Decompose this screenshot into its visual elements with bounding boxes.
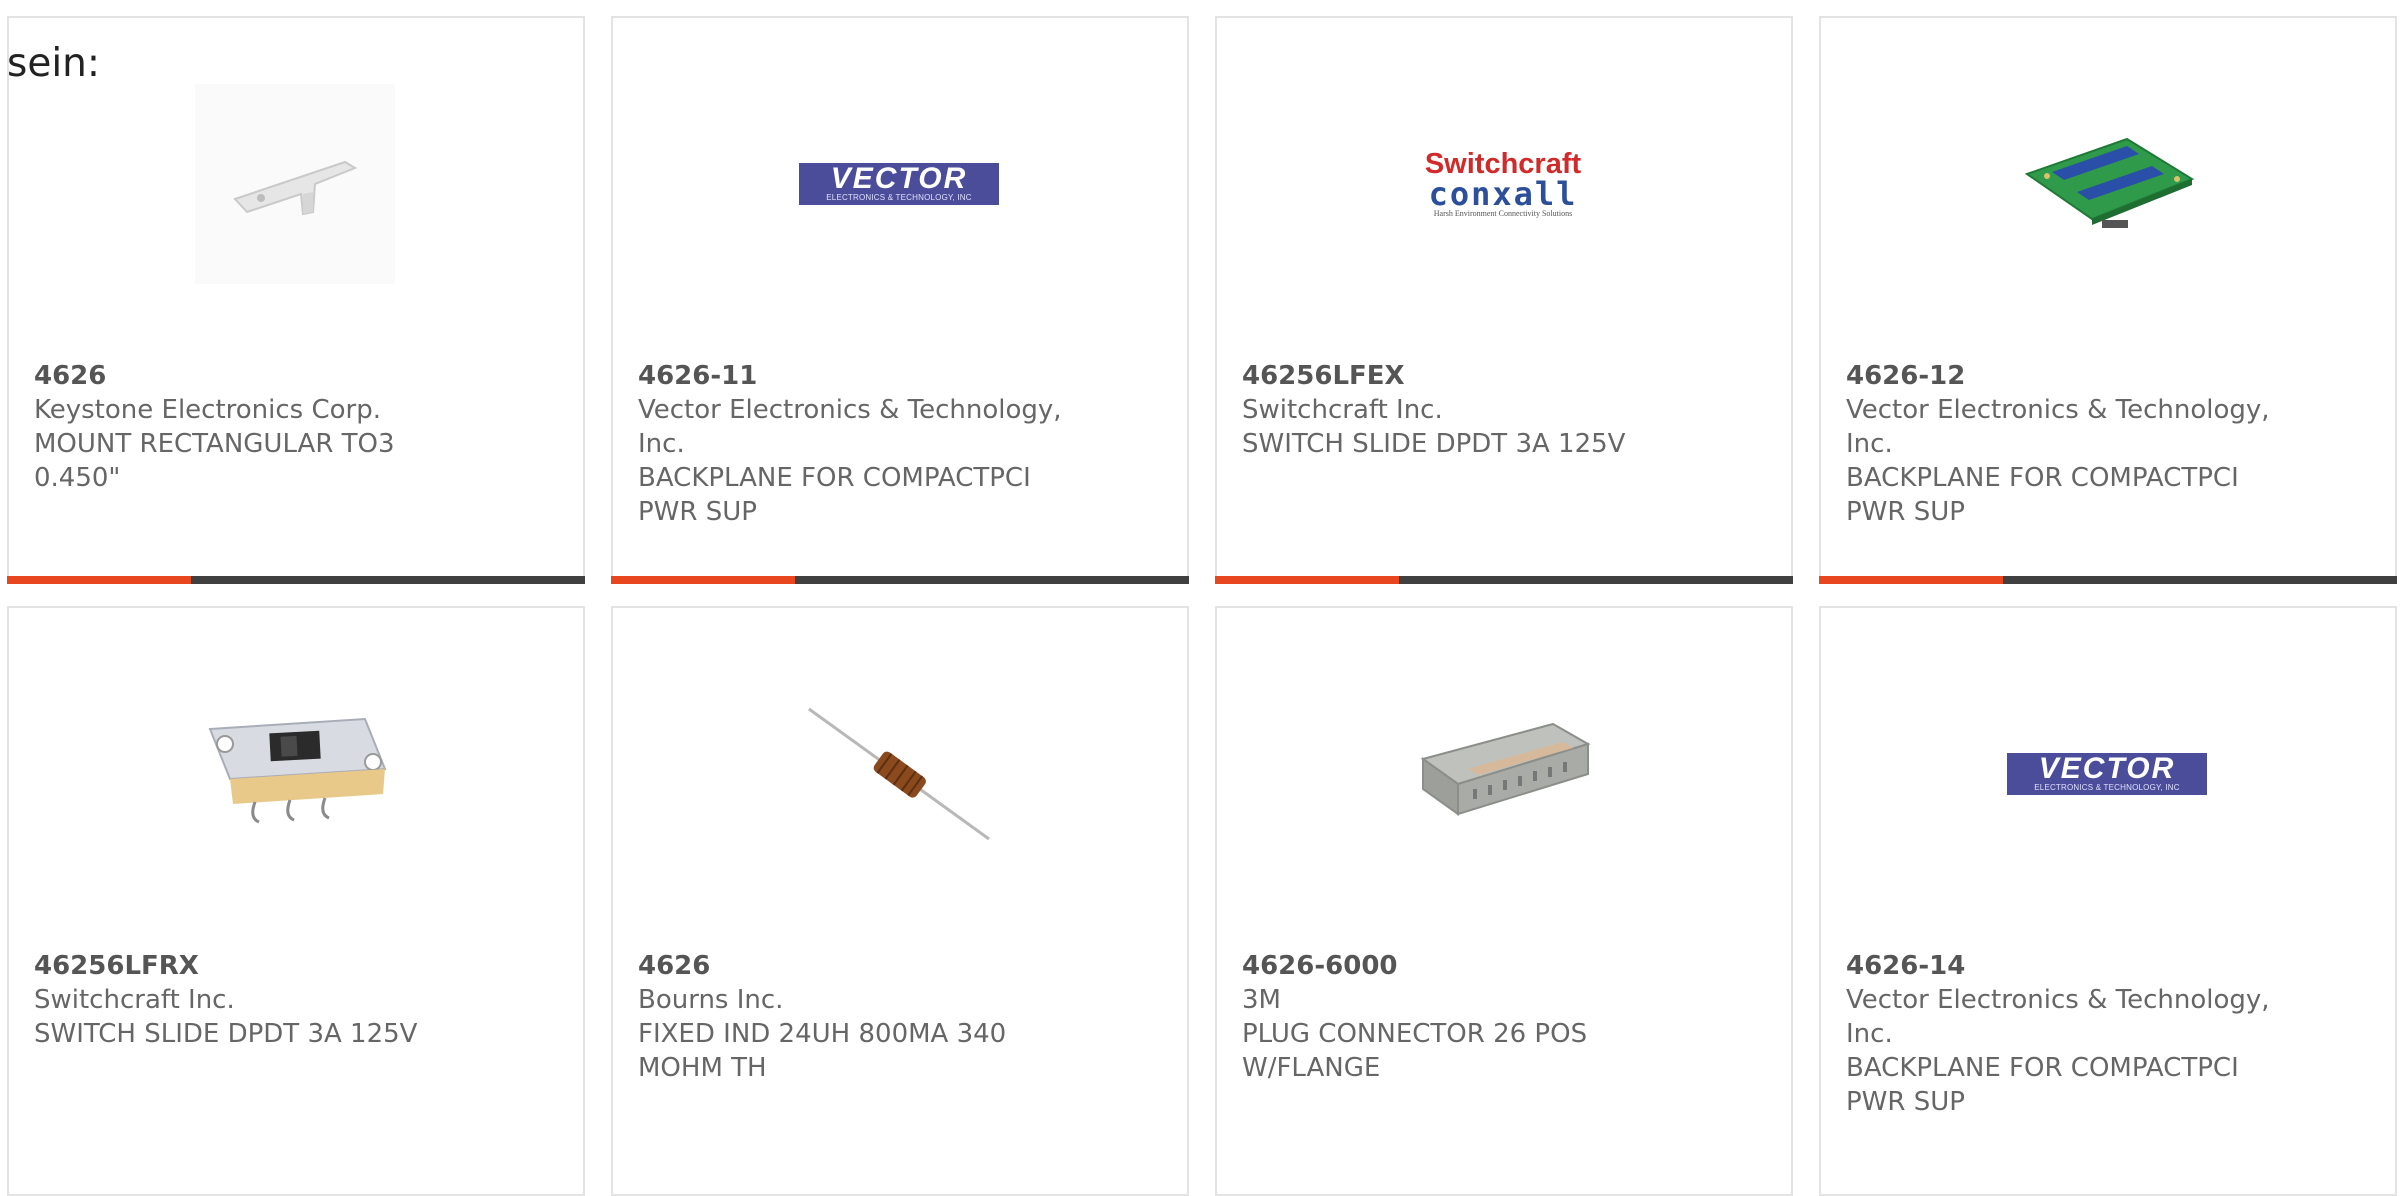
logo-subtext: ELECTRONICS & TECHNOLOGY, INC — [826, 193, 972, 202]
product-card[interactable]: VECTOR ELECTRONICS & TECHNOLOGY, INC 462… — [611, 16, 1189, 584]
product-card[interactable]: 46256LFRX Switchcraft Inc. SWITCH SLIDE … — [7, 606, 585, 1196]
logo-subtext: ELECTRONICS & TECHNOLOGY, INC — [2034, 783, 2180, 792]
intro-text: sein: — [7, 41, 101, 86]
logo-subtext: conxall — [1428, 175, 1578, 213]
manufacturer: Bourns Inc. — [638, 985, 784, 1015]
part-number[interactable]: 4626 — [34, 359, 464, 393]
description: MOUNT RECTANGULAR TO3 0.450" — [34, 429, 395, 493]
description: PLUG CONNECTOR 26 POS W/FLANGE — [1242, 1019, 1588, 1083]
part-number[interactable]: 4626-14 — [1846, 949, 2276, 983]
card-accent-bar — [7, 576, 191, 584]
description: SWITCH SLIDE DPDT 3A 125V — [34, 1019, 418, 1049]
card-bottom-bar — [611, 576, 1189, 584]
description: BACKPLANE FOR COMPACTPCI PWR SUP — [638, 463, 1031, 527]
manufacturer: Vector Electronics & Technology, Inc. — [1846, 985, 2270, 1049]
product-card[interactable]: Switchcraft conxall Harsh Environment Co… — [1215, 16, 1793, 584]
card-bottom-bar — [7, 576, 585, 584]
card-accent-bar — [1215, 576, 1399, 584]
product-card[interactable]: 4626 Bourns Inc. FIXED IND 24UH 800MA 34… — [611, 606, 1189, 1196]
backplane-board-image — [2024, 137, 2195, 228]
vector-logo: VECTOR ELECTRONICS & TECHNOLOGY, INC — [2007, 753, 2207, 795]
description: SWITCH SLIDE DPDT 3A 125V — [1242, 429, 1626, 459]
card-bottom-bar — [1819, 576, 2397, 584]
vector-logo: VECTOR ELECTRONICS & TECHNOLOGY, INC — [799, 163, 999, 205]
product-card[interactable]: VECTOR ELECTRONICS & TECHNOLOGY, INC 462… — [1819, 606, 2397, 1196]
product-card[interactable]: 4626-12 Vector Electronics & Technology,… — [1819, 16, 2397, 584]
description: FIXED IND 24UH 800MA 340 MOHM TH — [638, 1019, 1007, 1083]
logo-tagline: Harsh Environment Connectivity Solutions — [1433, 209, 1573, 218]
description: BACKPLANE FOR COMPACTPCI PWR SUP — [1846, 1053, 2239, 1117]
part-number[interactable]: 4626 — [638, 949, 1068, 983]
product-image[interactable]: VECTOR ELECTRONICS & TECHNOLOGY, INC — [799, 84, 999, 284]
logo-text: VECTOR — [2038, 752, 2176, 785]
manufacturer: Switchcraft Inc. — [34, 985, 235, 1015]
product-grid: 4626 Keystone Electronics Corp. MOUNT RE… — [0, 0, 2400, 1196]
product-image[interactable] — [799, 674, 999, 874]
product-image[interactable]: VECTOR ELECTRONICS & TECHNOLOGY, INC — [2007, 674, 2207, 874]
part-number[interactable]: 46256LFEX — [1242, 359, 1672, 393]
manufacturer: Switchcraft Inc. — [1242, 395, 1443, 425]
slide-switch-image — [208, 717, 387, 824]
description: BACKPLANE FOR COMPACTPCI PWR SUP — [1846, 463, 2239, 527]
manufacturer: Keystone Electronics Corp. — [34, 395, 382, 425]
product-image[interactable] — [195, 674, 395, 874]
product-card[interactable]: 4626 Keystone Electronics Corp. MOUNT RE… — [7, 16, 585, 584]
mount-bracket-image — [195, 84, 395, 284]
manufacturer: 3M — [1242, 985, 1281, 1015]
product-image[interactable]: Switchcraft conxall Harsh Environment Co… — [1403, 84, 1603, 284]
logo-text: VECTOR — [830, 162, 968, 195]
product-card[interactable]: 4626-6000 3M PLUG CONNECTOR 26 POS W/FLA… — [1215, 606, 1793, 1196]
manufacturer: Vector Electronics & Technology, Inc. — [1846, 395, 2270, 459]
manufacturer: Vector Electronics & Technology, Inc. — [638, 395, 1062, 459]
card-bottom-bar — [1215, 576, 1793, 584]
card-accent-bar — [611, 576, 795, 584]
part-number[interactable]: 4626-12 — [1846, 359, 2276, 393]
part-number[interactable]: 4626-11 — [638, 359, 1068, 393]
switchcraft-logo: Switchcraft conxall Harsh Environment Co… — [1425, 149, 1581, 219]
product-image[interactable] — [2007, 84, 2207, 284]
product-image[interactable] — [195, 84, 395, 284]
part-number[interactable]: 4626-6000 — [1242, 949, 1672, 983]
inductor-image — [808, 707, 990, 841]
part-number[interactable]: 46256LFRX — [34, 949, 464, 983]
connector-image — [1420, 722, 1591, 816]
card-accent-bar — [1819, 576, 2003, 584]
product-image[interactable] — [1403, 674, 1603, 874]
